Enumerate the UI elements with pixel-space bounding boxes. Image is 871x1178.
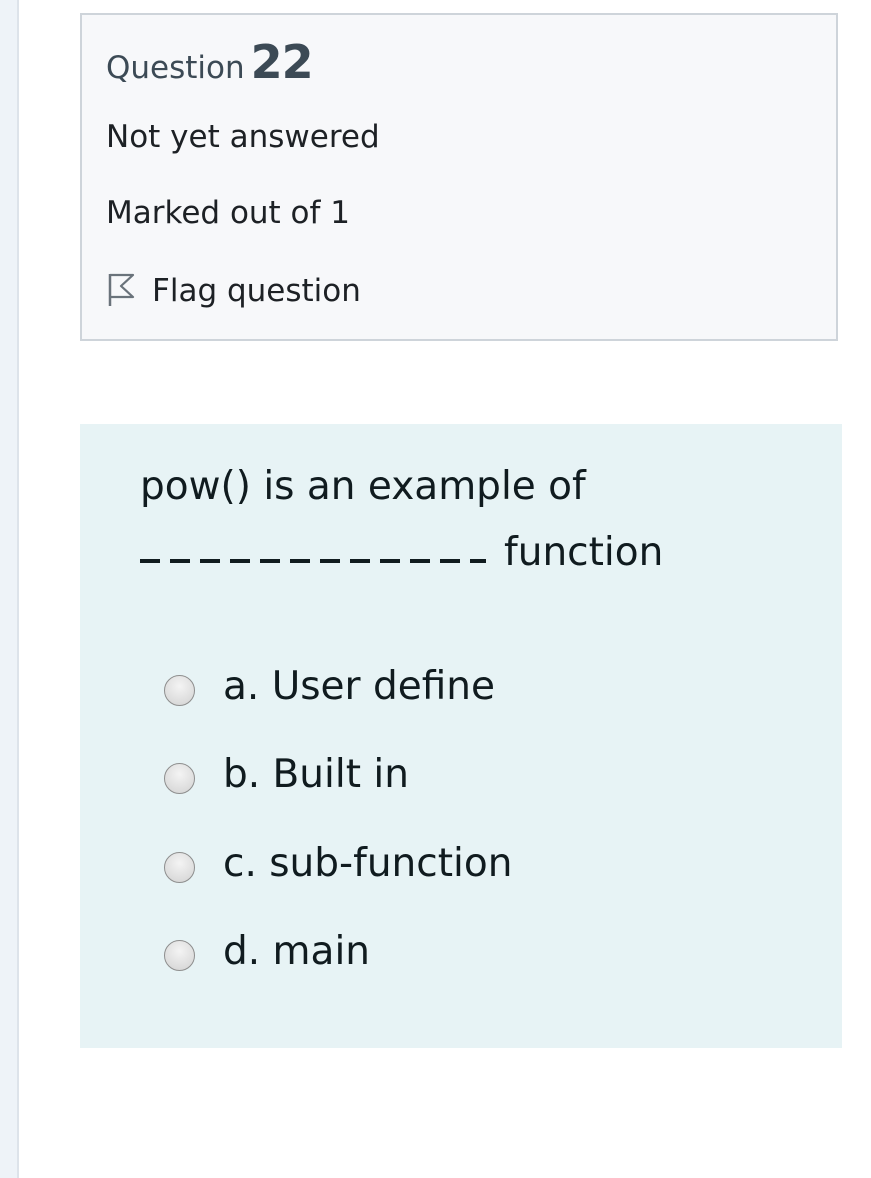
left-rail	[0, 0, 19, 1178]
radio-button-b[interactable]	[164, 763, 195, 794]
option-label-b: b. Built in	[223, 752, 409, 797]
answer-option-b[interactable]: b. Built in	[164, 752, 409, 797]
flag-question-label: Flag question	[152, 273, 361, 309]
flag-outline-icon	[106, 270, 152, 312]
question-label: Question	[106, 50, 245, 86]
option-label-a: a. User define	[223, 664, 496, 709]
question-text: pow() is an example of	[140, 464, 586, 509]
answer-option-a[interactable]: a. User define	[164, 664, 495, 709]
answer-option-c[interactable]: c. sub-function	[164, 841, 512, 886]
question-number: 22	[250, 35, 314, 89]
option-label-d: d. main	[223, 929, 370, 974]
question-info-panel: Question 22 Not yet answered Marked out o…	[80, 13, 838, 341]
option-label-c: c. sub-function	[223, 841, 513, 886]
radio-button-d[interactable]	[164, 940, 195, 971]
answer-blank	[140, 559, 486, 563]
question-text-suffix: function	[504, 530, 664, 575]
radio-button-c[interactable]	[164, 852, 195, 883]
question-text-continued: function	[140, 530, 663, 575]
question-state: Not yet answered	[106, 119, 380, 155]
radio-button-a[interactable]	[164, 675, 195, 706]
flag-question-link[interactable]: Flag question	[106, 270, 361, 312]
answer-option-d[interactable]: d. main	[164, 929, 370, 974]
question-grade: Marked out of 1	[106, 195, 351, 231]
question-heading: Question 22	[106, 35, 314, 89]
question-content: pow() is an example of function a. User …	[80, 424, 842, 1048]
